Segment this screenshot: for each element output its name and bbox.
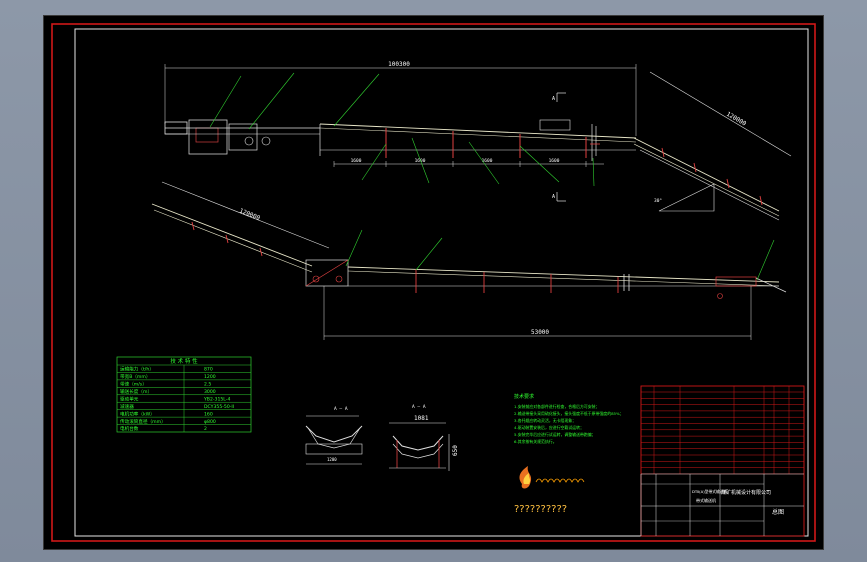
note-line: 3.各托辊应转动灵活，无卡阻现象； [514,418,576,423]
title-block: DTⅡ(A)型带式输送机 带式输送机 煤矿机械设计有限公司 总图 [640,385,805,537]
note-line: 5.安装完毕后应进行试运转，调整输送带跑偏； [514,432,596,437]
tech-row-value: 870 [204,367,213,373]
incline-view-upper: 120000 30° [633,71,792,221]
drawing-sheet: 100300 1600 1600 1600 1600 A A 120000 30… [43,15,824,550]
tech-row-label: 电机台数 [120,425,139,432]
upper-incline-dim: 120000 [725,111,748,128]
section-left-dim: 1200 [327,457,337,462]
logo-mark [519,466,585,489]
tech-row-value: φ800 [204,419,216,425]
section-title-right: A — A [412,404,426,410]
upper-length-dim: 100300 [388,61,410,68]
tech-row-value: 2.5 [204,382,211,388]
tech-row-value: 3000 [204,389,216,395]
note-line: 2.输送带接头采用硫化接头，接头强度不低于原带强度的85%； [514,411,624,416]
title-block-drawing-title: 总图 [772,508,784,516]
tech-spec-table: 运输能力（t/h） 870 带宽B（mm） 1200 带速（m/s） 2.5 输送长度（m）… [116,356,252,433]
note-line: 4.驱动装置安装后，应进行空载试运转； [514,425,584,430]
tech-row-value: 2 [204,426,207,432]
note-line: 6.其余按有关规范执行。 [514,439,557,444]
span-dim-4: 1600 [549,158,560,164]
lower-conveyor-view: 120000 53000 [151,181,787,340]
tech-row-value: YB2-315L-4 [203,396,230,402]
title-block-company: 煤矿机械设计有限公司 [721,489,771,496]
tech-row-label: 驱动单元 [120,395,139,402]
tech-row-value: 160 [204,411,213,417]
title-block-project: 带式输送机 [696,497,716,503]
tech-table-title: 技 术 特 性 [170,357,198,365]
cad-drawing: 100300 1600 1600 1600 1600 A A 120000 30… [51,23,816,542]
span-dim-3: 1600 [482,158,493,164]
technical-notes: 1.安装前应对各部件进行检查，合格后方可安装； 2.输送带接头采用硫化接头，接头强… [514,404,624,444]
inner-border [74,28,809,537]
tech-row-label: 运输能力（t/h） [120,366,154,373]
idler-section-views: A — A 1200 A — A 1081 650 [305,404,459,471]
note-line: 1.安装前应对各部件进行检查，合格后方可安装； [514,404,599,409]
section-mark-a-top: A [552,96,555,102]
tech-row-label: 带宽B（mm） [120,373,150,380]
section-mark-a-bottom: A [552,194,555,200]
notes-title: 技术要求 [514,393,534,400]
tech-row-label: 传动滚筒直径（mm） [120,418,166,425]
tech-row-label: 电机功率（kW） [120,410,155,417]
lower-length-dim: 53000 [531,329,549,336]
tech-row-label: 带速（m/s） [120,382,147,388]
section-height-dim: 650 [452,445,459,456]
angle-label: 30° [654,198,662,204]
span-dim-1: 1600 [351,158,362,164]
section-title-left: A — A [334,406,348,412]
tech-row-label: 输送长度（m） [120,388,152,395]
watermark-text: ?????????? [514,504,567,515]
tech-row-label: 减速器 [120,403,134,410]
upper-conveyor-view: 100300 1600 1600 1600 1600 A A [164,61,637,202]
lower-incline-dim: 120000 [238,207,261,222]
tech-row-value: DCY355-50-II [204,404,234,410]
section-width-dim: 1081 [414,415,429,422]
tech-row-value: 1200 [204,374,216,380]
outer-border [51,23,816,542]
